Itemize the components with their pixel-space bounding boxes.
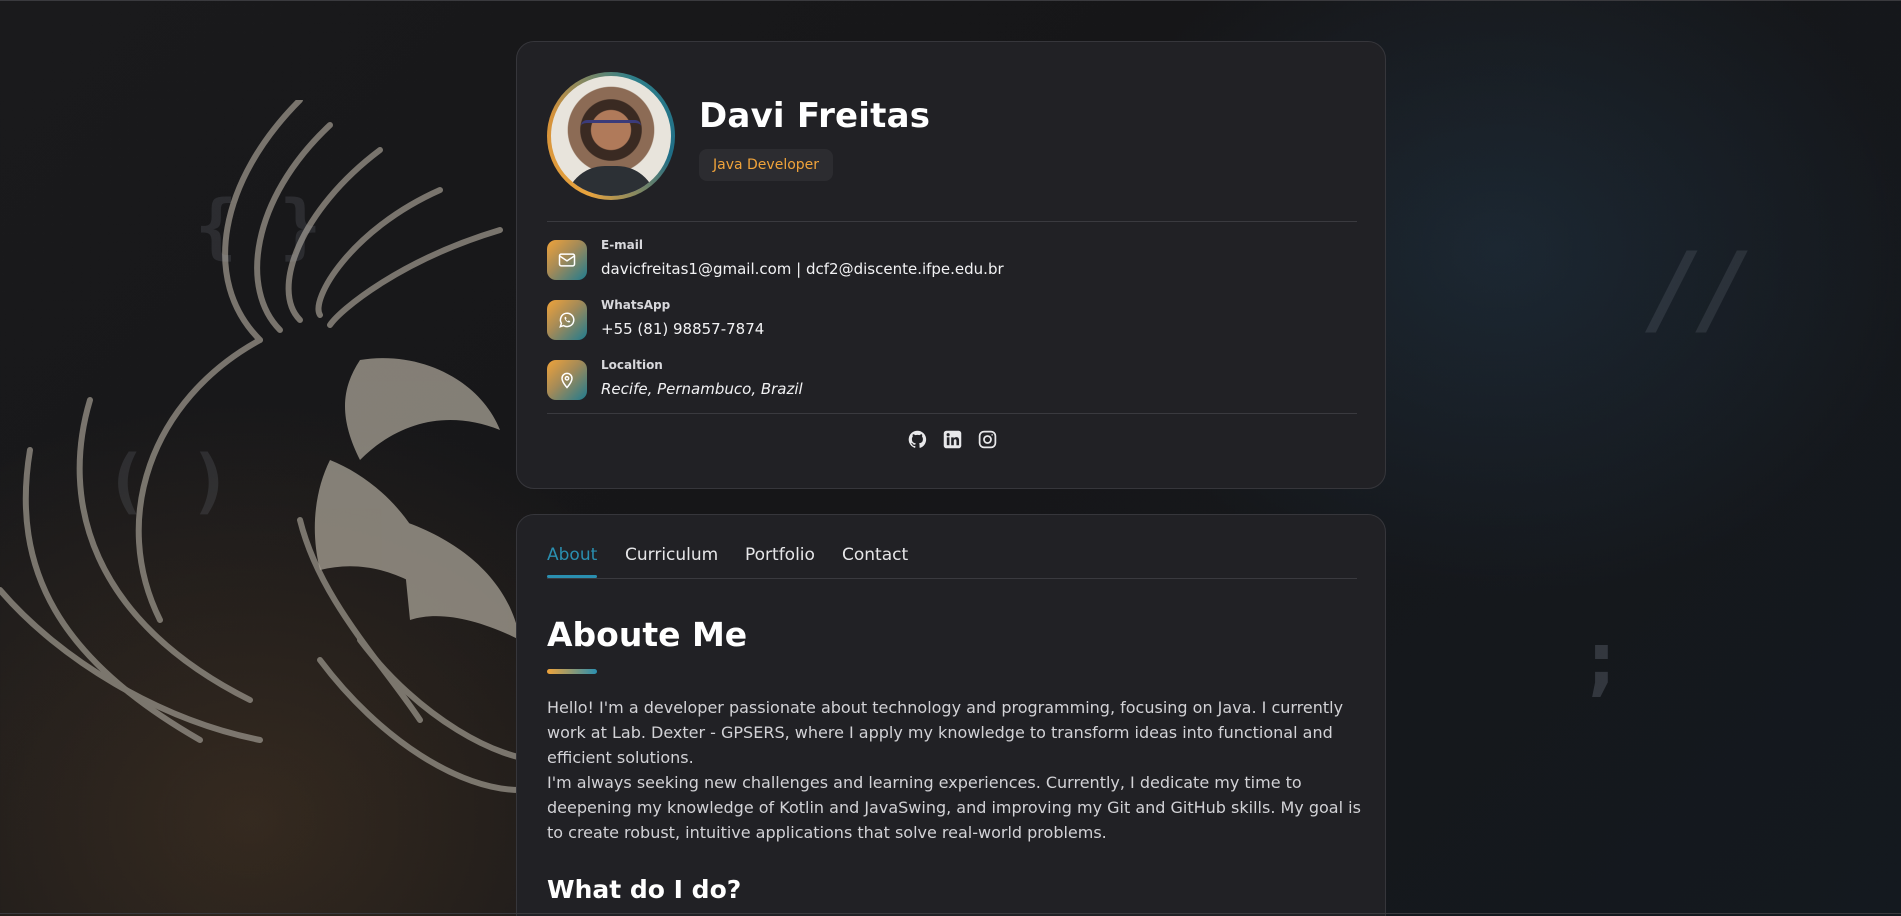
active-tab-indicator xyxy=(547,575,597,578)
tab-bar: About Curriculum Portfolio Contact xyxy=(547,545,1357,579)
tab-curriculum[interactable]: Curriculum xyxy=(625,545,718,565)
tab-contact[interactable]: Contact xyxy=(842,545,908,565)
title-accent-bar xyxy=(547,669,597,674)
profile-name: Davi Freitas xyxy=(699,96,931,136)
contact-email: E-mail davicfreitas1@gmail.com | dcf2@di… xyxy=(547,238,1047,284)
divider xyxy=(547,221,1357,222)
tab-about[interactable]: About xyxy=(547,545,597,565)
social-links xyxy=(517,429,1387,450)
subsection-title: What do I do? xyxy=(547,875,742,904)
section-title: Aboute Me xyxy=(547,615,748,654)
contact-location: Localtion Recife, Pernambuco, Brazil xyxy=(547,358,1047,404)
contact-whatsapp: WhatsApp +55 (81) 98857-7874 xyxy=(547,298,1047,344)
content-card: About Curriculum Portfolio Contact About… xyxy=(516,514,1386,916)
whatsapp-icon xyxy=(547,300,587,340)
decor-slashes: // xyxy=(1645,230,1755,347)
avatar xyxy=(547,72,675,200)
contact-label: Localtion xyxy=(601,358,663,372)
top-border xyxy=(0,0,1901,1)
linkedin-icon[interactable] xyxy=(942,429,963,450)
instagram-icon[interactable] xyxy=(977,429,998,450)
profile-card: Davi Freitas Java Developer E-mail davic… xyxy=(516,41,1386,489)
decor-parens: ( ) xyxy=(105,440,232,522)
about-paragraph: Hello! I'm a developer passionate about … xyxy=(547,698,1344,767)
decor-semicolon: ; xyxy=(1578,615,1625,705)
about-text: Hello! I'm a developer passionate about … xyxy=(547,695,1362,845)
mail-icon xyxy=(547,240,587,280)
location-pin-icon xyxy=(547,360,587,400)
bottom-border xyxy=(0,913,1901,914)
contact-value: Recife, Pernambuco, Brazil xyxy=(601,380,803,398)
role-badge: Java Developer xyxy=(699,149,834,181)
contact-label: E-mail xyxy=(601,238,644,252)
avatar-shirt xyxy=(565,166,657,196)
tab-portfolio[interactable]: Portfolio xyxy=(745,545,815,565)
about-paragraph: I'm always seeking new challenges and le… xyxy=(547,773,1361,842)
decor-braces: { } xyxy=(195,185,322,267)
github-icon[interactable] xyxy=(907,429,928,450)
contact-label: WhatsApp xyxy=(601,298,671,312)
contact-value[interactable]: davicfreitas1@gmail.com | dcf2@discente.… xyxy=(601,260,1004,278)
avatar-photo xyxy=(551,76,671,196)
contact-value[interactable]: +55 (81) 98857-7874 xyxy=(601,320,764,338)
divider xyxy=(547,413,1357,414)
avatar-glasses xyxy=(581,120,641,134)
